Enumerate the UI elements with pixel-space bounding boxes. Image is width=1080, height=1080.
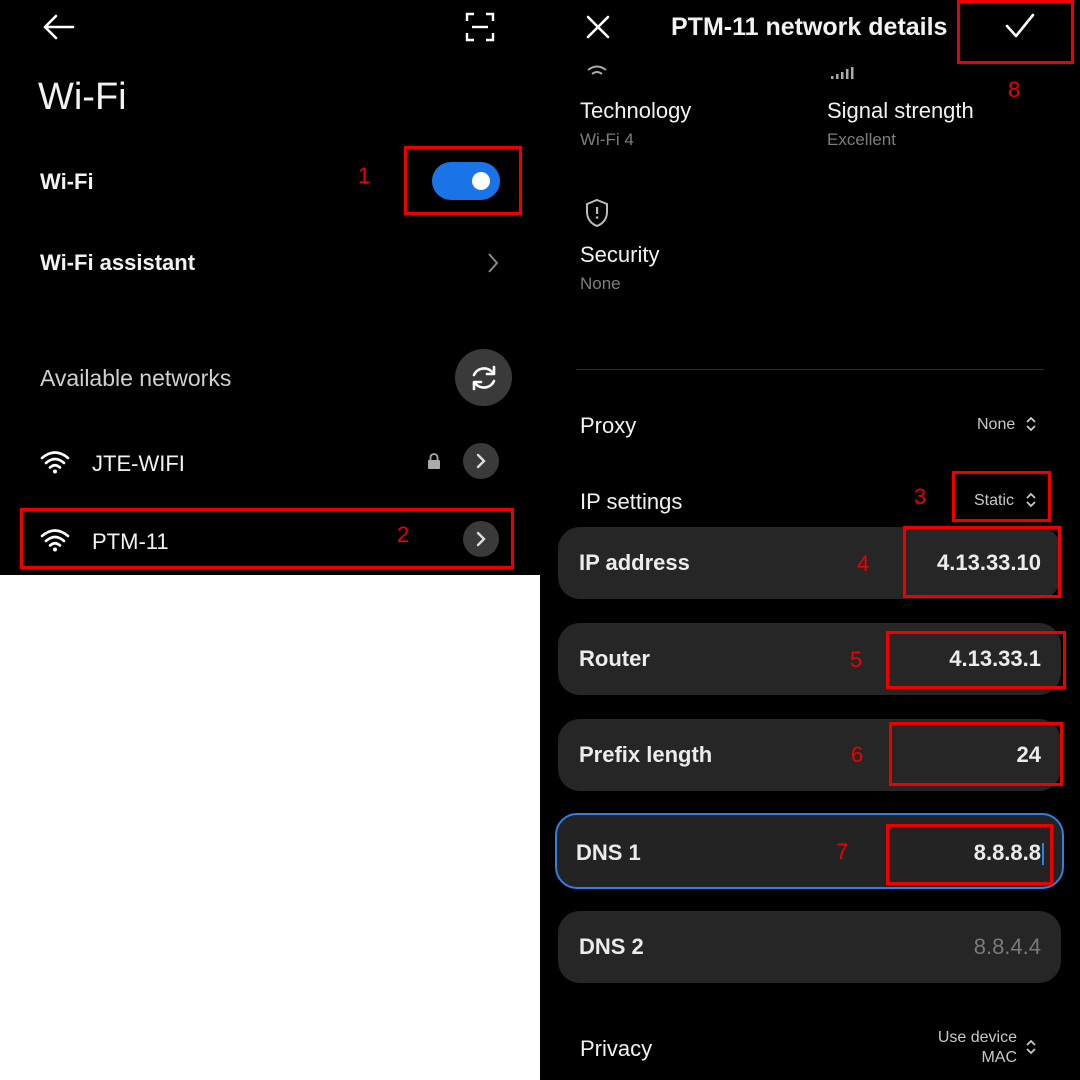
text-caret: [1042, 843, 1044, 866]
security-value: None: [580, 274, 621, 293]
dns2-placeholder[interactable]: 8.8.4.4: [974, 934, 1041, 960]
scan-icon[interactable]: [465, 12, 495, 42]
signal-strength-value: Excellent: [827, 130, 896, 149]
annotation-number-3: 3: [914, 484, 927, 509]
dns1-field[interactable]: DNS 1 8.8.8.8: [555, 813, 1064, 889]
ip-settings-label: IP settings: [580, 489, 683, 514]
network-name: PTM-11: [92, 529, 169, 554]
privacy-value-line1: Use device: [937, 1029, 1017, 1046]
wifi-icon: [40, 450, 70, 474]
network-details-button[interactable]: [463, 521, 499, 557]
network-item-ptm-11[interactable]: PTM-11: [20, 514, 510, 566]
back-arrow-icon[interactable]: [40, 12, 76, 42]
router-value[interactable]: 4.13.33.1: [949, 646, 1041, 672]
signal-bars-icon: [829, 66, 857, 79]
dns1-text: 8.8.8.8: [973, 840, 1041, 865]
technology-value: Wi-Fi 4: [580, 130, 634, 149]
ip-settings-value: Static: [974, 492, 1015, 509]
divider: [576, 369, 1044, 370]
proxy-label: Proxy: [580, 413, 637, 438]
refresh-icon: [472, 365, 495, 390]
refresh-button[interactable]: [455, 349, 512, 406]
network-name: JTE-WIFI: [92, 451, 185, 476]
privacy-value-line2: MAC: [981, 1049, 1017, 1066]
annotation-number-2: 2: [397, 522, 410, 547]
close-icon[interactable]: [585, 14, 611, 40]
signal-strength-label: Signal strength: [827, 98, 974, 123]
annotation-number-4: 4: [857, 551, 870, 576]
annotation-number-7: 7: [836, 839, 849, 864]
wifi-assistant-row[interactable]: Wi-Fi assistant: [20, 238, 520, 288]
lock-icon: [427, 453, 441, 469]
network-details-button[interactable]: [463, 443, 499, 479]
dns1-label: DNS 1: [576, 840, 641, 865]
ip-address-label: IP address: [579, 550, 690, 575]
check-icon[interactable]: [1005, 12, 1035, 40]
annotation-number-6: 6: [851, 742, 864, 767]
prefix-length-label: Prefix length: [579, 742, 713, 767]
toggle-knob: [472, 172, 490, 190]
technology-label: Technology: [580, 98, 692, 123]
annotation-number-1: 1: [358, 163, 371, 188]
prefix-length-field[interactable]: Prefix length 24: [558, 719, 1061, 791]
available-networks-heading: Available networks: [40, 365, 232, 391]
wifi-settings-screen: Wi-Fi Wi-Fi Wi-Fi assistant Available ne…: [0, 0, 540, 575]
wifi-icon: [40, 528, 70, 552]
wifi-assistant-label: Wi-Fi assistant: [40, 250, 196, 275]
network-item-jte-wifi[interactable]: JTE-WIFI: [20, 436, 510, 488]
prefix-length-value[interactable]: 24: [1017, 742, 1041, 768]
dns1-value[interactable]: 8.8.8.8: [974, 840, 1044, 866]
router-field[interactable]: Router 4.13.33.1: [558, 623, 1061, 695]
privacy-value: Use device MAC: [938, 1028, 1017, 1068]
ip-address-value[interactable]: 4.13.33.10: [937, 550, 1041, 576]
router-label: Router: [579, 646, 650, 671]
shield-icon: [584, 198, 610, 228]
wifi-label: Wi-Fi: [40, 169, 94, 194]
network-details-screen: PTM-11 network details Technology Wi-Fi …: [540, 0, 1080, 1080]
security-label: Security: [580, 242, 660, 267]
wifi-icon: [586, 64, 608, 78]
annotation-number-5: 5: [850, 647, 863, 672]
dns2-field[interactable]: DNS 2 8.8.4.4: [558, 911, 1061, 983]
details-title: PTM-11 network details: [671, 13, 948, 41]
wifi-toggle[interactable]: [432, 162, 500, 200]
annotation-number-8: 8: [1008, 77, 1021, 102]
updown-icon: [1025, 415, 1037, 433]
ip-address-field[interactable]: IP address 4.13.33.10: [558, 527, 1061, 599]
updown-icon: [1025, 491, 1037, 509]
dns2-label: DNS 2: [579, 934, 644, 959]
chevron-right-icon: [476, 531, 486, 547]
proxy-row[interactable]: Proxy None: [560, 400, 1050, 450]
updown-icon: [1025, 1038, 1037, 1056]
proxy-value: None: [977, 416, 1016, 433]
ip-settings-row[interactable]: IP settings Static: [560, 476, 1050, 526]
page-title: Wi-Fi: [38, 76, 127, 118]
chevron-right-icon: [476, 453, 486, 469]
privacy-row[interactable]: Privacy Use device MAC: [560, 1022, 1050, 1074]
chevron-right-icon: [486, 251, 500, 275]
privacy-label: Privacy: [580, 1036, 653, 1061]
